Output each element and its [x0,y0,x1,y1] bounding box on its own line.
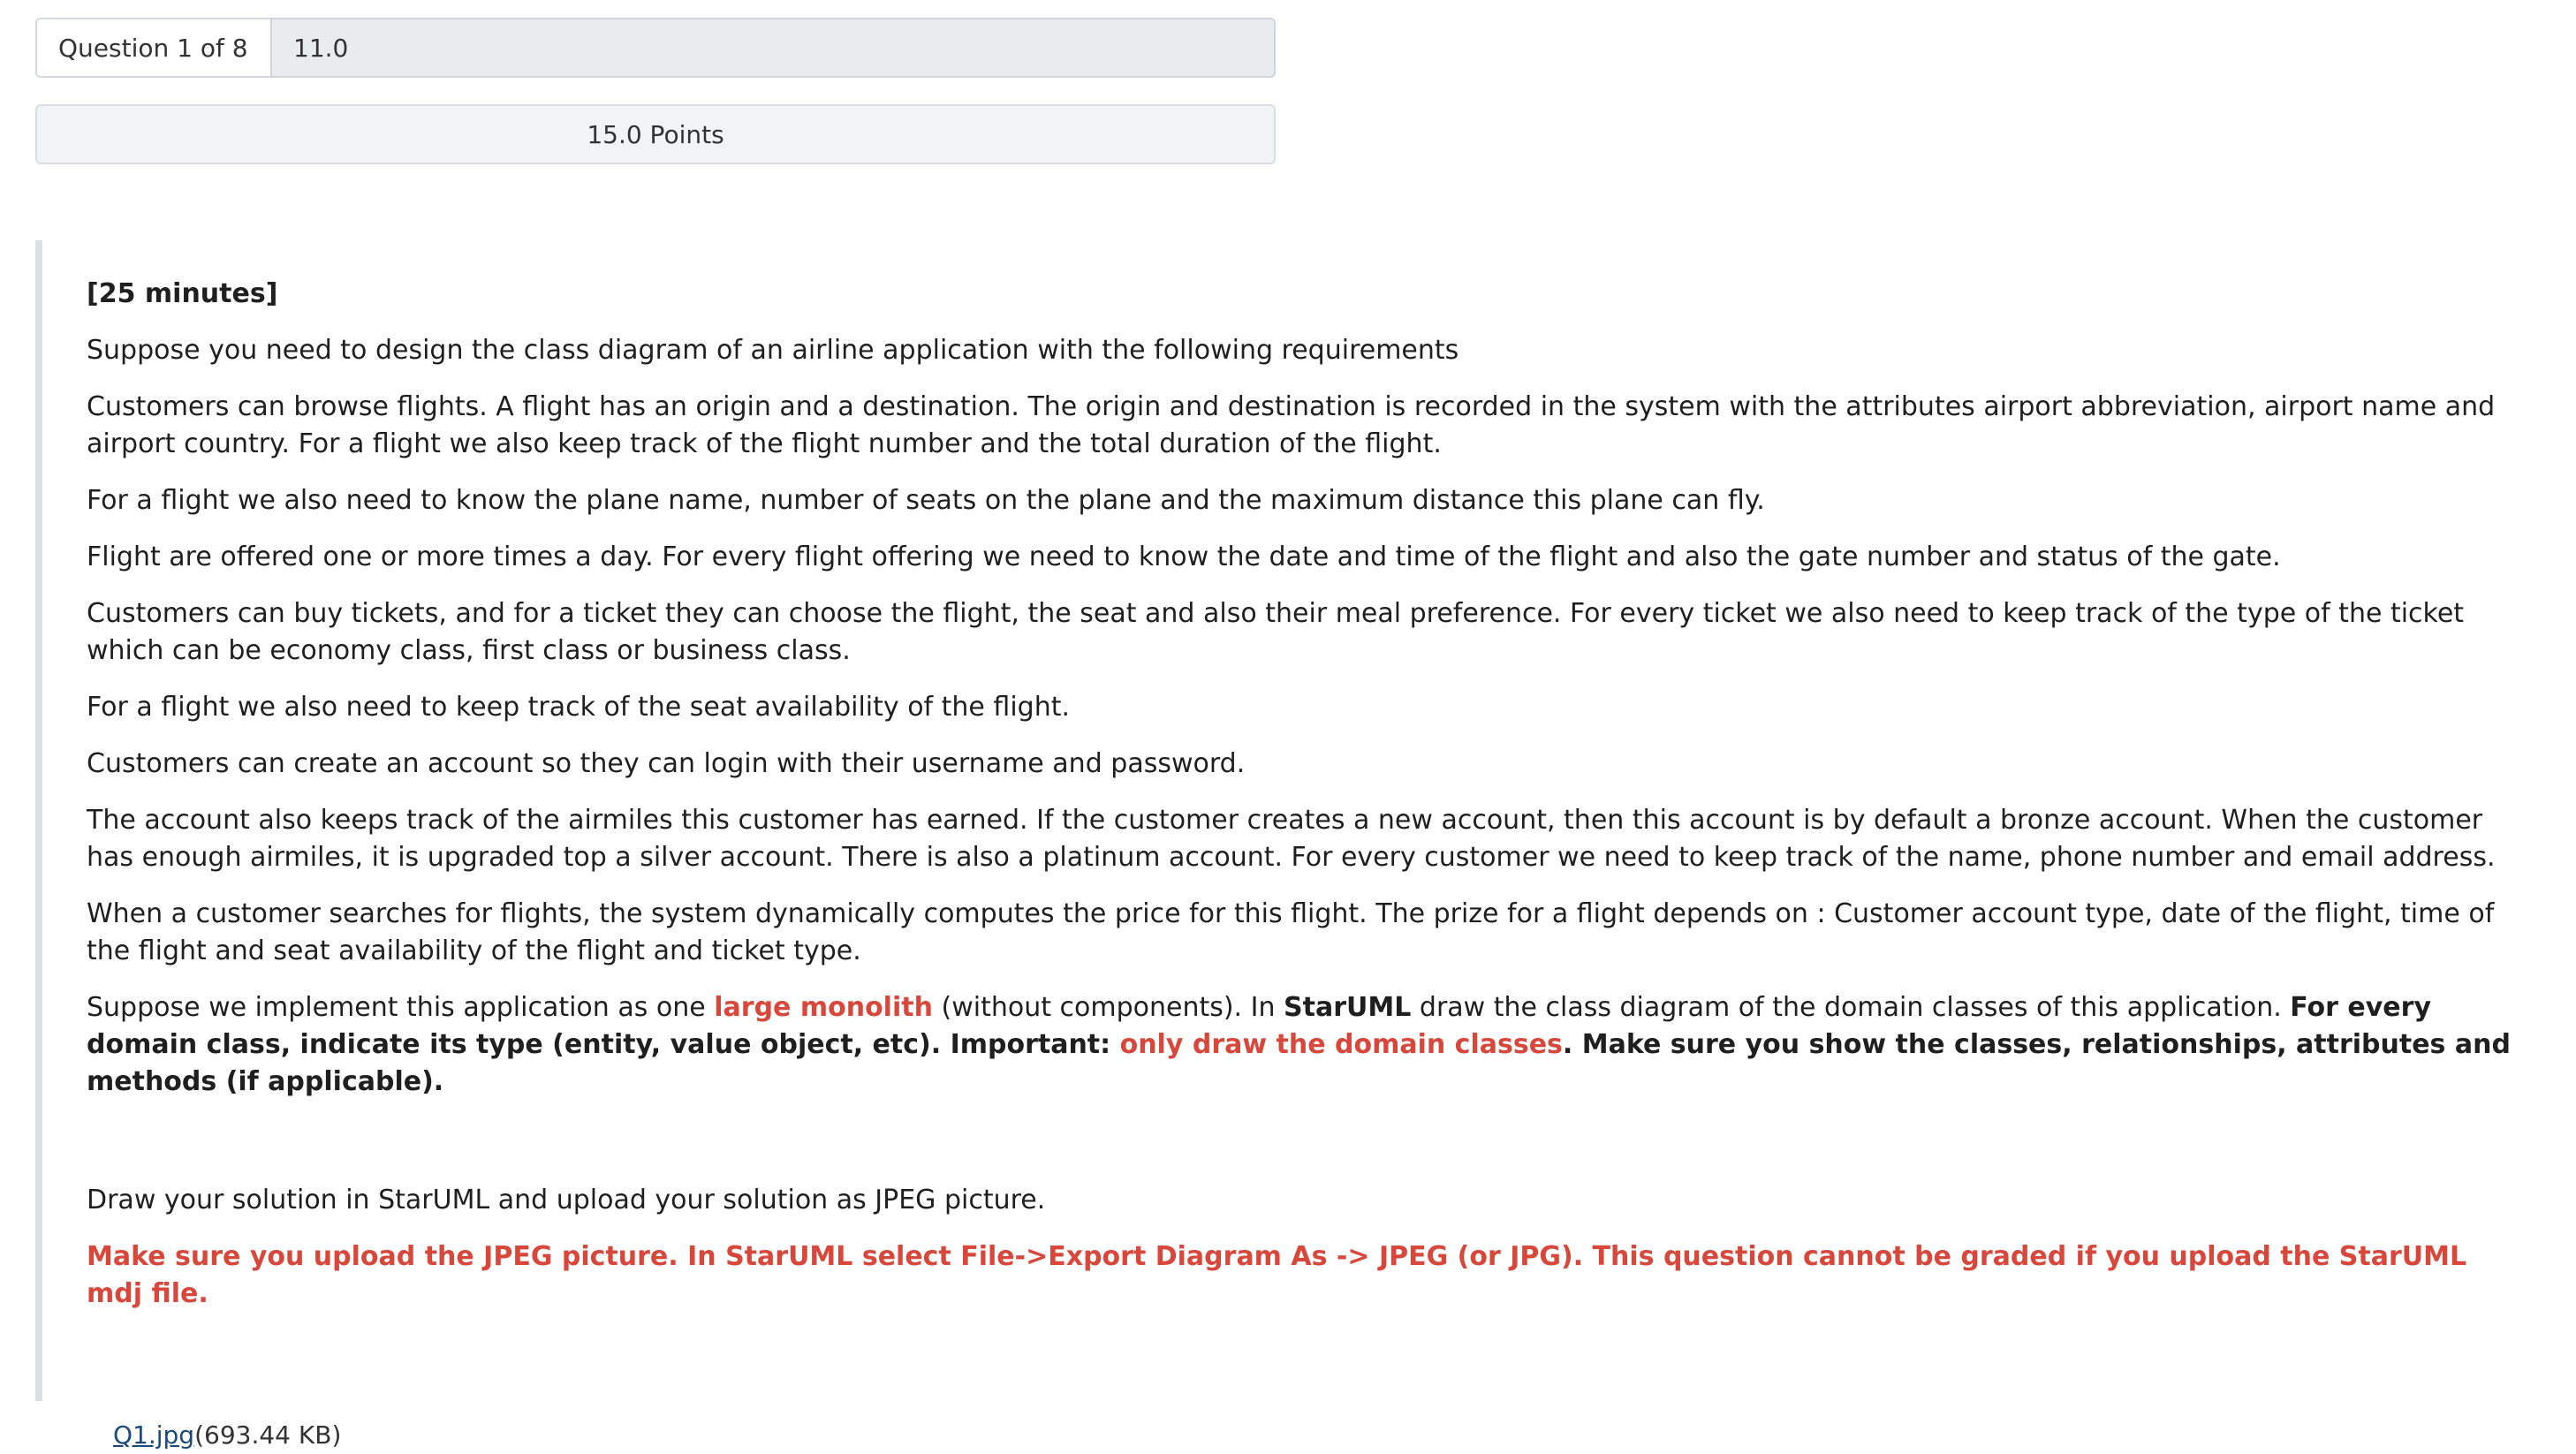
paragraph-upload-warning: Make sure you upload the JPEG picture. I… [87,1241,2467,1309]
paragraph-intro: Suppose you need to design the class dia… [87,335,1459,366]
paragraph-seat-availability: For a flight we also need to keep track … [87,692,1071,723]
paragraph-upload: Draw your solution in StarUML and upload… [87,1185,1046,1215]
paragraph-plane: For a flight we also need to know the pl… [87,485,1765,516]
attachment-link[interactable]: Q1.jpg [113,1420,194,1450]
question-body: [25 minutes] Suppose you need to design … [35,240,2518,1450]
instr-highlight-domain: only draw the domain classes [1119,1029,1563,1060]
attachment-size: (693.44 KB) [194,1420,342,1450]
score-field: 11.0 [270,18,1276,78]
instr-highlight-monolith: large monolith [714,992,933,1023]
question-number-label: Question 1 of 8 [35,18,270,78]
instr-text-1: Suppose we implement this application as… [87,992,715,1023]
paragraph-offering: Flight are offered one or more times a d… [87,541,2281,572]
paragraph-instructions: Suppose we implement this application as… [87,989,2525,1101]
points-bar: 15.0 Points [35,104,1276,164]
instr-text-2: (without components). In [932,992,1284,1023]
paragraph-flights: Customers can browse flights. A flight h… [87,391,2496,459]
question-header: Question 1 of 8 11.0 [35,18,1276,78]
paragraph-account: Customers can create an account so they … [87,748,1246,779]
question-content: [25 minutes] Suppose you need to design … [87,276,2525,1454]
instr-staruml: StarUML [1284,992,1412,1023]
attachment: Q1.jpg(693.44 KB) [113,1417,2525,1454]
paragraph-airmiles: The account also keeps track of the airm… [87,805,2496,873]
time-limit: [25 minutes] [87,278,278,309]
paragraph-tickets: Customers can buy tickets, and for a tic… [87,598,2465,666]
paragraph-pricing: When a customer searches for flights, th… [87,898,2495,966]
instr-text-3: draw the class diagram of the domain cla… [1411,992,2291,1023]
